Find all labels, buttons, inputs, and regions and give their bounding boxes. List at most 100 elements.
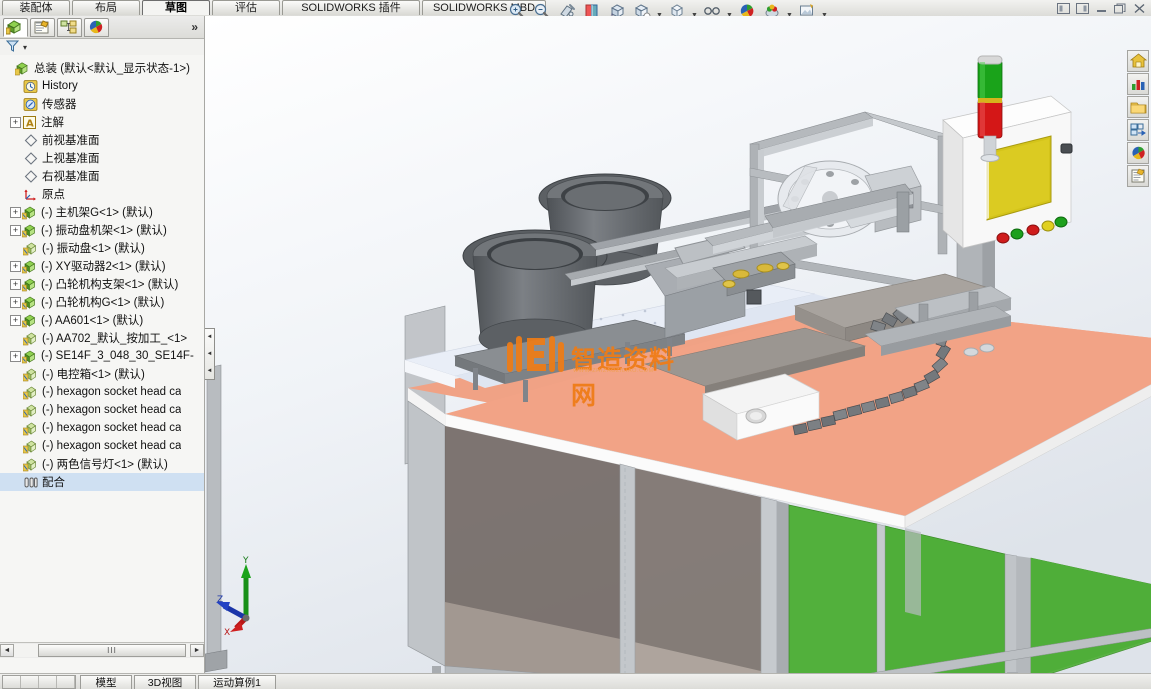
tab-nav-last[interactable] bbox=[57, 676, 75, 688]
tree-item[interactable]: 右视基准面 bbox=[0, 167, 204, 185]
tree-item-label: (-) 凸轮机构支架<1> (默认) bbox=[41, 276, 178, 292]
history-icon bbox=[23, 79, 39, 94]
tree-item[interactable]: (-) 两色信号灯<1> (默认) bbox=[0, 455, 204, 473]
resources-icon[interactable] bbox=[1127, 73, 1149, 95]
tab-nav-first[interactable] bbox=[3, 676, 21, 688]
close-icon[interactable] bbox=[1132, 2, 1147, 15]
tree-item[interactable]: +(-) 振动盘机架<1> (默认) bbox=[0, 221, 204, 239]
tree-item-label: (-) AA601<1> (默认) bbox=[41, 312, 143, 328]
tree-item[interactable]: (-) hexagon socket head ca bbox=[0, 437, 204, 455]
svg-text:Y: Y bbox=[242, 556, 249, 566]
part-yellow-icon bbox=[23, 331, 39, 346]
tree-expand-icon[interactable]: + bbox=[10, 351, 21, 362]
annotation-icon: A bbox=[22, 115, 38, 130]
tree-item[interactable]: + (-) 主机架G<1> (默认) bbox=[0, 203, 204, 221]
configuration-manager-tab[interactable] bbox=[57, 18, 82, 37]
tree-item[interactable]: + (-) AA601<1> (默认) bbox=[0, 311, 204, 329]
part-green-icon bbox=[22, 205, 38, 220]
tree-item[interactable]: (-) AA702_默认_按加工_<1> bbox=[0, 329, 204, 347]
tab-evaluate[interactable]: 评估 bbox=[212, 0, 280, 15]
tree-item[interactable]: 前视基准面 bbox=[0, 131, 204, 149]
scroll-right-arrow[interactable]: ► bbox=[190, 644, 204, 657]
flyout-arrow-1[interactable]: ◄ bbox=[207, 334, 213, 340]
tree-item[interactable]: + (-) 凸轮机构支架<1> (默认) bbox=[0, 275, 204, 293]
tree-item[interactable]: 上视基准面 bbox=[0, 149, 204, 167]
bottom-tab-motion-study[interactable]: 运动算例1 bbox=[198, 675, 276, 689]
feature-manager-tab[interactable] bbox=[3, 18, 28, 37]
home-icon[interactable] bbox=[1127, 50, 1149, 72]
scroll-left-arrow[interactable]: ◄ bbox=[0, 644, 14, 657]
tab-layout[interactable]: 布局 bbox=[72, 0, 140, 15]
feature-tree[interactable]: 总装 (默认<默认_显示状态-1>)History传感器+A注解前视基准面上视基… bbox=[0, 55, 204, 659]
part-yellow-icon bbox=[23, 421, 39, 436]
tab-nav-prev[interactable] bbox=[21, 676, 39, 688]
tree-item[interactable]: 配合 bbox=[0, 473, 204, 491]
tree-item[interactable]: (-) 振动盘<1> (默认) bbox=[0, 239, 204, 257]
file-explorer-icon[interactable] bbox=[1127, 96, 1149, 118]
tree-item[interactable]: 原点 bbox=[0, 185, 204, 203]
tab-nav-next[interactable] bbox=[39, 676, 57, 688]
tree-item[interactable]: 总装 (默认<默认_显示状态-1>) bbox=[0, 59, 204, 77]
tree-horizontal-scrollbar[interactable]: ◄ III ► bbox=[0, 642, 204, 658]
graphics-viewport[interactable]: 智造资料网 WWW.ZHIZAOZILIAO.COM Y Z X bbox=[205, 16, 1151, 674]
restore-down-right-icon[interactable] bbox=[1075, 2, 1090, 15]
tree-expand-icon[interactable]: + bbox=[10, 279, 21, 290]
svg-text:X: X bbox=[224, 628, 230, 636]
tree-item-label: (-) 电控箱<1> (默认) bbox=[42, 366, 145, 382]
tree-expand-icon[interactable]: + bbox=[10, 297, 21, 308]
tab-solidworks-addins-label: SOLIDWORKS 插件 bbox=[301, 2, 401, 14]
custom-properties-icon[interactable] bbox=[1127, 165, 1149, 187]
tree-item[interactable]: (-) hexagon socket head ca bbox=[0, 419, 204, 437]
tree-item-label: (-) hexagon socket head ca bbox=[42, 440, 181, 452]
flyout-arrow-3[interactable]: ◄ bbox=[207, 368, 213, 374]
restore-down-left-icon[interactable] bbox=[1056, 2, 1071, 15]
tree-item-label: 上视基准面 bbox=[42, 150, 100, 166]
tree-item[interactable]: +A注解 bbox=[0, 113, 204, 131]
filter-dropdown-arrow[interactable]: ▾ bbox=[23, 43, 27, 52]
filter-icon[interactable] bbox=[6, 40, 19, 55]
tree-item[interactable]: (-) hexagon socket head ca bbox=[0, 401, 204, 419]
tree-item[interactable]: + (-) XY驱动器2<1> (默认) bbox=[0, 257, 204, 275]
restore-icon[interactable] bbox=[1113, 2, 1128, 15]
tree-item-label: 总装 (默认<默认_显示状态-1>) bbox=[34, 60, 190, 76]
tree-item[interactable]: (-) hexagon socket head ca bbox=[0, 383, 204, 401]
tree-item[interactable]: History bbox=[0, 77, 204, 95]
tree-item[interactable]: +(-) SE14F_3_048_30_SE14F- bbox=[0, 347, 204, 365]
part-yellow-icon bbox=[23, 367, 39, 382]
tree-item-label: (-) 主机架G<1> (默认) bbox=[41, 204, 153, 220]
tab-sketch[interactable]: 草图 bbox=[142, 0, 210, 15]
plane-icon bbox=[23, 169, 39, 184]
appearances-icon[interactable] bbox=[1127, 142, 1149, 164]
panel-overflow-chevron[interactable]: » bbox=[191, 20, 198, 34]
scroll-thumb[interactable]: III bbox=[38, 644, 186, 657]
display-manager-tab[interactable] bbox=[84, 18, 109, 37]
view-palette-icon[interactable] bbox=[1127, 119, 1149, 141]
bottom-tab-model[interactable]: 模型 bbox=[80, 675, 132, 689]
tree-expand-icon[interactable]: + bbox=[10, 225, 21, 236]
tree-expand-icon[interactable]: + bbox=[10, 207, 21, 218]
bottom-tab-3d-views[interactable]: 3D视图 bbox=[134, 675, 196, 689]
tree-expand-icon[interactable]: + bbox=[10, 117, 21, 128]
tree-edge-flyout[interactable]: ◄ ◄ ◄ bbox=[205, 328, 215, 380]
flyout-arrow-2[interactable]: ◄ bbox=[207, 351, 213, 357]
tree-expand-icon[interactable]: + bbox=[10, 261, 21, 272]
scroll-track[interactable]: III bbox=[14, 644, 190, 657]
watermark-subtext: WWW.ZHIZAOZILIAO.COM bbox=[573, 368, 654, 374]
tab-sketch-label: 草图 bbox=[165, 2, 187, 14]
tab-solidworks-addins[interactable]: SOLIDWORKS 插件 bbox=[282, 0, 420, 15]
tab-assembly[interactable]: 装配体 bbox=[2, 0, 70, 15]
part-green-icon bbox=[22, 223, 38, 238]
property-manager-tab[interactable] bbox=[30, 18, 55, 37]
mates-icon bbox=[23, 475, 39, 490]
tab-nav-buttons[interactable] bbox=[2, 675, 76, 689]
tree-item-label: (-) XY驱动器2<1> (默认) bbox=[41, 258, 166, 274]
tree-item-label: 前视基准面 bbox=[42, 132, 100, 148]
tree-item-label: 配合 bbox=[42, 474, 65, 490]
tree-item-label: (-) 振动盘<1> (默认) bbox=[42, 240, 145, 256]
tree-item[interactable]: 传感器 bbox=[0, 95, 204, 113]
minimize-icon[interactable] bbox=[1094, 2, 1109, 15]
svg-text:A: A bbox=[26, 118, 34, 129]
tree-item[interactable]: (-) 电控箱<1> (默认) bbox=[0, 365, 204, 383]
tree-expand-icon[interactable]: + bbox=[10, 315, 21, 326]
tree-item[interactable]: +(-) 凸轮机构G<1> (默认) bbox=[0, 293, 204, 311]
